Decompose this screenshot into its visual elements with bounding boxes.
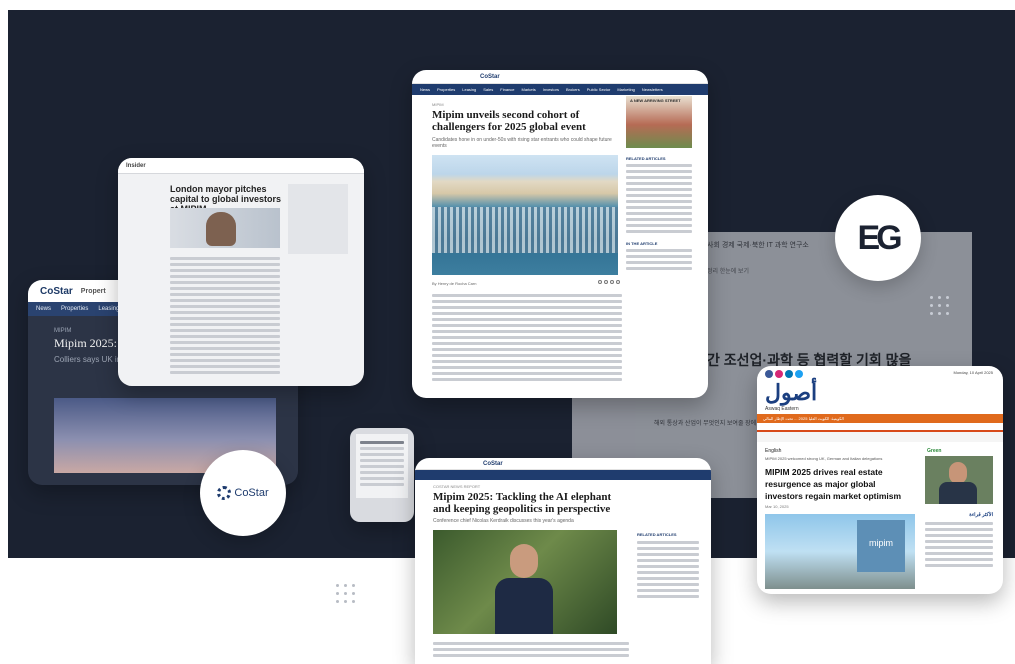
korean-nav: 사회 경제 국제·북한 IT 과학 연구소: [707, 242, 809, 249]
london-mayor-photo: [170, 208, 280, 248]
mipim-venue-photo: mipim: [765, 514, 915, 589]
london-mayor-article-card[interactable]: Insider London mayor pitches capital to …: [118, 158, 364, 386]
ai-topbar: CoStar: [415, 458, 711, 470]
main-nav-item[interactable]: Leasing: [462, 87, 476, 92]
news-ticker[interactable]: الكويتية: الكويت العليا 2025 ... تحت الإ…: [757, 414, 1003, 423]
costar-logo-text: CoStar: [234, 487, 269, 499]
ai-navbar: [415, 470, 711, 480]
costar-bg-nav-fragment: Propert: [80, 287, 106, 295]
ai-related-heading: RELATED ARTICLES: [637, 532, 677, 537]
main-nav-item[interactable]: Properties: [437, 87, 455, 92]
main-nav-item[interactable]: Finance: [500, 87, 514, 92]
main-sidebar: A NEW ARRIVING STREET RELATED ARTICLES I…: [626, 96, 692, 273]
main-nav-item[interactable]: News: [420, 87, 430, 92]
related-articles-heading: RELATED ARTICLES: [626, 156, 666, 161]
advert-label: A NEW ARRIVING STREET: [630, 98, 681, 103]
aswaq-headline[interactable]: MIPIM 2025 drives real estate resurgence…: [765, 466, 915, 502]
costar-bg-logo: CoStar: [40, 285, 73, 297]
share-icons: [598, 280, 620, 284]
main-kicker: MIPIM: [432, 102, 444, 107]
eg-logo-badge: EG: [835, 195, 921, 281]
speaker-portrait: [495, 544, 553, 634]
aswaq-logo-sub: Aswaq Eastern: [765, 406, 799, 412]
aswaq-masthead: أصول Aswaq Eastern Monday, 10 April 2025: [757, 366, 1003, 414]
speaker-photo: [433, 530, 617, 634]
london-sidebar: [288, 184, 348, 254]
main-nav-item[interactable]: Investors: [543, 87, 559, 92]
aswaq-news-card[interactable]: أصول Aswaq Eastern Monday, 10 April 2025…: [757, 366, 1003, 594]
main-byline: By Henry de Rocha Carn: [432, 281, 477, 286]
main-nav-item[interactable]: Public Sector: [587, 87, 611, 92]
main-headline[interactable]: Mipim unveils second cohort of challenge…: [432, 109, 622, 133]
main-nav-item[interactable]: Marketing: [617, 87, 635, 92]
ai-costar-logo: CoStar: [483, 460, 503, 467]
facebook-icon[interactable]: [765, 370, 773, 378]
share-icon[interactable]: [610, 280, 614, 284]
ai-kicker: COSTAR NEWS REPORT: [433, 484, 481, 489]
decorative-dots: [336, 584, 355, 603]
mayor-portrait: [206, 212, 236, 246]
main-nav-item[interactable]: Markets: [522, 87, 536, 92]
london-body-text: [170, 254, 280, 377]
most-read-heading: الأكثر قراءة: [969, 512, 993, 518]
mipim-ai-article-card[interactable]: CoStar COSTAR NEWS REPORT Mipim 2025: Ta…: [415, 458, 711, 664]
share-icon[interactable]: [598, 280, 602, 284]
insider-logo: Insider: [126, 162, 146, 169]
mipim-sign: mipim: [857, 520, 905, 572]
main-topbar: CoStar: [412, 70, 708, 84]
london-topbar: Insider: [118, 158, 364, 174]
aswaq-navbar: [757, 423, 1003, 432]
costar-mark-icon: [217, 486, 232, 500]
costar-bg-nav-news[interactable]: News: [36, 306, 51, 312]
aswaq-blurb: MIPIM 2025 welcomed strong UK, German an…: [765, 456, 883, 461]
in-article-heading: IN THE ARTICLE: [626, 241, 658, 246]
costar-bg-nav-properties[interactable]: Properties: [61, 306, 88, 312]
main-nav-item[interactable]: Brokers: [566, 87, 580, 92]
ai-headline[interactable]: Mipim 2025: Tackling the AI elephant and…: [433, 491, 629, 515]
main-nav-item[interactable]: Newsletters: [642, 87, 663, 92]
main-costar-logo: CoStar: [480, 73, 500, 80]
eg-logo: EG: [857, 218, 902, 257]
main-article-column: MIPIM Mipim unveils second cohort of cha…: [432, 102, 622, 384]
costar-bg-nav-leasing[interactable]: Leasing: [98, 306, 119, 312]
ai-body-text: [433, 642, 629, 657]
korean-subnav: 정리 한눈에 보기: [707, 269, 749, 275]
ai-article-column: COSTAR NEWS REPORT Mipim 2025: Tackling …: [433, 484, 629, 660]
language-label[interactable]: English: [765, 448, 1003, 454]
mipim-challengers-article-card[interactable]: CoStar News Properties Leasing Sales Fin…: [412, 70, 708, 398]
green-section-heading: Green: [927, 448, 942, 454]
share-icon[interactable]: [604, 280, 608, 284]
most-read-list: الأكثر قراءة: [925, 508, 993, 570]
ai-sidebar: RELATED ARTICLES: [637, 532, 699, 601]
aswaq-tabs: [757, 432, 1003, 442]
main-navbar: News Properties Leasing Sales Finance Ma…: [412, 84, 708, 95]
instagram-icon[interactable]: [775, 370, 783, 378]
aswaq-date: Monday, 10 April 2025: [953, 370, 993, 375]
share-icon[interactable]: [616, 280, 620, 284]
official-portrait: [925, 456, 993, 504]
aswaq-logo[interactable]: أصول: [765, 380, 817, 406]
harbour-boats: [432, 207, 618, 253]
sidebar-advert[interactable]: A NEW ARRIVING STREET: [626, 96, 692, 148]
document-sheet: [356, 434, 408, 498]
twitter-icon[interactable]: [795, 370, 803, 378]
linkedin-icon[interactable]: [785, 370, 793, 378]
aswaq-meta: Mar 10, 2025: [765, 504, 789, 509]
main-dek: Candidates hone in on under-50s with ris…: [432, 137, 612, 149]
costar-logo-badge: CoStar: [200, 450, 286, 536]
ai-dek: Conference chief Nicolas Kerdraik discus…: [433, 518, 574, 524]
document-thumbnail-card[interactable]: [350, 428, 414, 522]
social-icons: [765, 370, 803, 378]
cannes-harbour-photo: [432, 155, 618, 275]
main-body-text: [432, 294, 622, 381]
decorative-dots: [930, 296, 949, 315]
main-nav-item[interactable]: Sales: [483, 87, 493, 92]
